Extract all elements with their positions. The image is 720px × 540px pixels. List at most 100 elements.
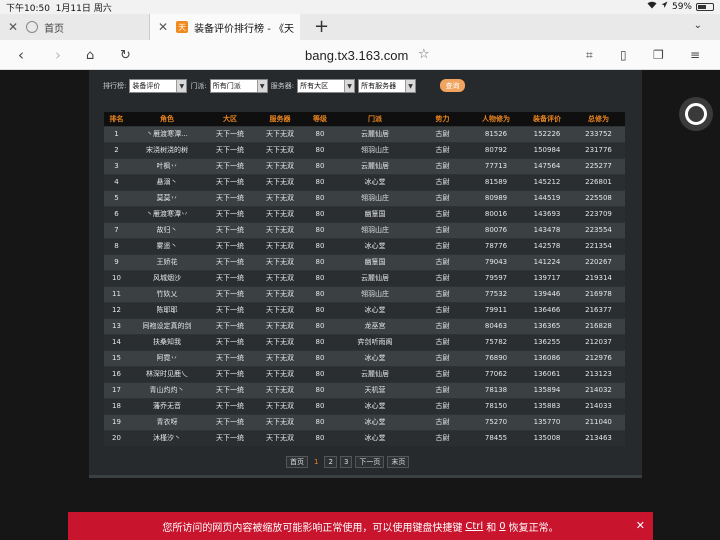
last-page-link[interactable]: 末页 [387, 456, 410, 468]
table-cell: 135883 [522, 397, 572, 414]
web-page: 排行榜: 装备评价 ▼ 门派: 所有门派 ▼ 服务器: 所有大区 ▼ 所有服务器… [0, 70, 720, 540]
table-cell[interactable]: 丶雁渡寒潭丷 [129, 205, 205, 222]
zone-select[interactable]: 所有大区 ▼ [297, 79, 356, 93]
table-cell: 213463 [572, 429, 625, 446]
table-cell: 80 [305, 237, 335, 254]
table-cell: 冰心堂 [335, 237, 415, 254]
table-cell: 225508 [572, 189, 625, 206]
table-cell[interactable]: 竹奺乂 [129, 285, 205, 302]
table-cell: 221354 [572, 237, 625, 254]
table-cell: 141224 [522, 253, 572, 270]
table-cell[interactable]: 雾遥丶 [129, 237, 205, 254]
table-cell: 冰心堂 [335, 429, 415, 446]
table-cell: 75782 [470, 333, 522, 350]
reload-icon[interactable]: ↻ [120, 48, 131, 63]
page-link[interactable]: 3 [339, 456, 353, 468]
column-header: 总修为 [572, 112, 625, 126]
chevron-down-icon: ▼ [256, 80, 267, 92]
table-cell: 139446 [522, 285, 572, 302]
bookmark-star-icon[interactable]: ☆ [418, 47, 430, 62]
table-cell: 天下一统 [205, 157, 255, 174]
table-cell: 冰心堂 [335, 397, 415, 414]
close-tab-icon[interactable]: ✕ [158, 20, 168, 34]
table-cell: 216978 [572, 285, 625, 302]
status-bar: 下午10:50 1月11日 周六 59% [0, 0, 720, 14]
menu-icon[interactable]: ≡ [690, 48, 700, 62]
table-row: 19 青衣呀 天下一统 天下无双 80 冰心堂 古尉 75270 135770 211040 [104, 413, 625, 430]
close-tab-icon[interactable]: ✕ [8, 20, 18, 34]
table-cell: 云麓仙居 [335, 269, 415, 286]
table-cell: 云麓仙居 [335, 157, 415, 174]
new-tab-icon[interactable]: + [314, 16, 329, 37]
reader-icon[interactable]: ▯ [620, 48, 627, 62]
table-body: 1 丶雁渡寒潭... 天下一统 天下无双 80 云麓仙居 古尉 81526 152226 2337… [104, 125, 625, 446]
table-cell: 80463 [470, 317, 522, 334]
table-cell[interactable]: 丶雁渡寒潭... [129, 125, 205, 142]
table-cell: 80 [305, 349, 335, 366]
table-cell[interactable]: 阿霓丷 [129, 349, 205, 366]
chevron-down-icon: ▼ [344, 80, 355, 92]
back-icon[interactable]: ‹ [18, 46, 24, 64]
table-cell[interactable]: 沐槿汐丶 [129, 429, 205, 446]
table-row: 18 藩乔无音 天下一统 天下无双 80 冰心堂 古尉 78150 135883 214033 [104, 397, 625, 414]
table-cell: 翎羽山庄 [335, 285, 415, 302]
next-page-link[interactable]: 下一页 [355, 456, 385, 468]
query-button[interactable]: 查询 [440, 79, 465, 92]
table-row: 8 雾遥丶 天下一统 天下无双 80 冰心堂 古尉 78776 142578 221354 [104, 237, 625, 254]
rank-select[interactable]: 装备评价 ▼ [129, 79, 188, 93]
column-header: 等级 [305, 112, 335, 126]
school-select[interactable]: 所有门派 ▼ [209, 79, 268, 93]
table-cell[interactable]: 风城烟沙 [129, 269, 205, 286]
table-cell: 211040 [572, 413, 625, 430]
table-cell: 天下无双 [255, 381, 305, 398]
table-cell: 226801 [572, 173, 625, 190]
table-row: 15 阿霓丷 天下一统 天下无双 80 冰心堂 古尉 76890 136086 212976 [104, 349, 625, 366]
table-cell[interactable]: 王娇花 [129, 253, 205, 270]
table-cell: 216828 [572, 317, 625, 334]
table-cell: 2 [104, 141, 129, 158]
ranking-table: 排名 角色 大区 服务器 等级 门派 势力 人物修为 装备评价 总修为 1 丶雁渡寒潭... 天下一统… [104, 112, 625, 446]
url-field[interactable]: bang.tx3.163.com [305, 48, 408, 63]
table-cell[interactable]: 青山灼灼丶 [129, 381, 205, 398]
chevron-down-icon[interactable]: ⌄ [694, 20, 702, 31]
table-cell[interactable]: 藩乔无音 [129, 397, 205, 414]
table-cell: 古尉 [415, 237, 470, 254]
tab-ranking[interactable]: ✕ 天 装备评价排行榜 - 《天 [150, 14, 300, 40]
page-link[interactable]: 2 [324, 456, 337, 468]
table-cell: 18 [104, 397, 129, 414]
table-cell[interactable]: 宋浇树浇的树 [129, 141, 205, 158]
server-select[interactable]: 所有服务器 ▼ [358, 79, 417, 93]
table-cell[interactable]: 故归丶 [129, 221, 205, 238]
table-cell: 216377 [572, 301, 625, 318]
table-cell[interactable]: 悬溺丶 [129, 173, 205, 190]
table-cell: 80 [305, 381, 335, 398]
table-cell: 80 [305, 317, 335, 334]
table-cell[interactable]: 同袍设定真的剑 [129, 317, 205, 334]
tabs-overview-icon[interactable]: ❐ [653, 48, 664, 62]
table-cell: 天下无双 [255, 317, 305, 334]
table-row: 4 悬溺丶 天下一统 天下无双 80 冰心堂 古尉 81589 145212 226801 [104, 173, 625, 190]
table-cell: 5 [104, 189, 129, 206]
home-icon[interactable]: ⌂ [86, 48, 94, 63]
scan-icon[interactable]: ⌗ [586, 48, 593, 63]
table-cell: 78776 [470, 237, 522, 254]
forward-icon[interactable]: › [55, 46, 61, 64]
close-icon[interactable]: ✕ [636, 519, 645, 532]
table-cell: 天下一统 [205, 269, 255, 286]
table-cell: 古尉 [415, 157, 470, 174]
first-page-link[interactable]: 首页 [286, 456, 308, 468]
table-cell[interactable]: 莫莫丷 [129, 189, 205, 206]
table-cell: 古尉 [415, 205, 470, 222]
table-cell: 天下无双 [255, 173, 305, 190]
table-cell[interactable]: 陈耶耶 [129, 301, 205, 318]
assistive-touch-icon[interactable] [679, 97, 713, 131]
table-cell: 135894 [522, 381, 572, 398]
table-cell[interactable]: 叶枫丷 [129, 157, 205, 174]
table-row: 13 同袍设定真的剑 天下一统 天下无双 80 龙巫宫 古尉 80463 136365 21682… [104, 317, 625, 334]
table-cell: 80 [305, 285, 335, 302]
tab-home[interactable]: ✕ 首页 [0, 14, 150, 40]
table-cell[interactable]: 扶桑知我 [129, 333, 205, 350]
table-cell[interactable]: 林深时见鹿乀 [129, 365, 205, 382]
table-cell: 4 [104, 173, 129, 190]
table-cell[interactable]: 青衣呀 [129, 413, 205, 430]
